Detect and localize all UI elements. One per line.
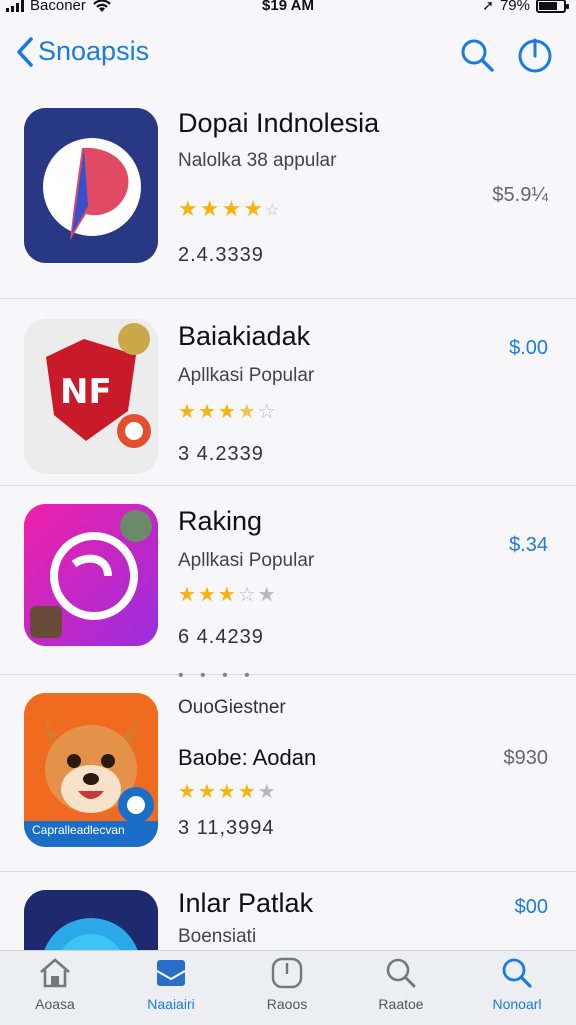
navigation-bar: Snoapsis xyxy=(0,28,576,82)
app-icon[interactable] xyxy=(24,108,158,263)
timer-icon xyxy=(518,38,552,73)
app-subtitle: Nalolka 38 appular xyxy=(178,150,337,171)
tab-label: Raoos xyxy=(266,996,308,1012)
star-icon: ★ xyxy=(197,401,216,423)
app-list: Dopai Indnolesia Nalolka 38 appular ★ ★ … xyxy=(0,92,576,970)
download-count: 2.4.3339 xyxy=(178,244,264,266)
back-label: Snoapsis xyxy=(38,36,150,66)
battery-icon xyxy=(536,0,569,13)
star-icon: ★ xyxy=(217,781,236,803)
search-icon xyxy=(502,958,532,988)
search-icon xyxy=(461,39,494,72)
star-icon: ★ xyxy=(217,401,236,423)
app-title: Inlar Patlak xyxy=(178,888,314,918)
tab-search[interactable]: Raatoe xyxy=(346,957,456,1012)
location-icon: ➚ xyxy=(482,0,494,13)
star-icon: ★ xyxy=(217,584,236,606)
list-item[interactable]: Dopai Indnolesia Nalolka 38 appular ★ ★ … xyxy=(0,92,576,298)
star-icon: ★ xyxy=(237,781,256,803)
tab-label: Nonoarl xyxy=(492,996,542,1012)
star-empty-icon: ☆ xyxy=(257,401,276,423)
star-icon: ★ xyxy=(221,196,242,221)
publisher-label: OuoGiestner xyxy=(178,697,286,718)
inbox-icon xyxy=(156,960,186,986)
price-button[interactable]: $5.9¼ xyxy=(492,184,548,207)
tab-bar: Aoasa Naaiairi Raoos Raatoe Nonoarl xyxy=(0,950,576,1025)
star-icon: ★ xyxy=(197,781,216,803)
timer-button[interactable] xyxy=(516,36,554,74)
star-empty-icon: ★ xyxy=(257,584,276,606)
app-title: Baobe: Aodan xyxy=(178,745,317,770)
search-icon xyxy=(386,958,416,988)
star-icon: ★ xyxy=(243,196,263,221)
star-icon: ★ xyxy=(178,196,198,221)
shield-icon: NF xyxy=(24,319,158,462)
home-icon xyxy=(40,958,70,988)
price-button[interactable]: $.00 xyxy=(509,337,548,360)
tab-timer[interactable]: Raoos xyxy=(232,957,342,1012)
page-dots: • • • • xyxy=(178,667,256,684)
star-empty-icon: ★ xyxy=(257,781,276,803)
download-count: 6 4.4239 xyxy=(178,626,264,648)
tab-label: Naaiairi xyxy=(147,996,195,1012)
price-button[interactable]: $.34 xyxy=(509,534,548,557)
battery-percent: 79% xyxy=(499,0,530,14)
star-icon: ★ xyxy=(178,781,196,803)
list-item[interactable]: Inlar Patlak Boensiati $00 xyxy=(0,871,576,970)
back-button[interactable]: Snoapsis xyxy=(16,36,149,67)
timer-icon xyxy=(271,957,303,989)
app-title: Baiakiadak xyxy=(178,321,311,351)
price-button[interactable]: $00 xyxy=(515,896,548,919)
list-item[interactable]: • • • • Capralleadlecvan OuoGiestner Bao… xyxy=(0,667,576,871)
tab-inbox[interactable]: Naaiairi xyxy=(116,957,226,1012)
star-empty-icon: ☆ xyxy=(264,202,280,219)
app-subtitle: Apllkasi Popular xyxy=(178,365,315,386)
svg-text:NF: NF xyxy=(60,372,112,412)
app-icon[interactable] xyxy=(24,504,158,646)
status-bar: Baconer $19 AM ➚ 79% xyxy=(0,0,576,18)
download-count: 3 11,3994 xyxy=(178,817,275,839)
tab-label: Aoasa xyxy=(35,996,75,1012)
app-subtitle: Boensiati xyxy=(178,926,257,947)
star-icon: ★ xyxy=(178,584,196,606)
app-title: Dopai Indnolesia xyxy=(178,108,380,138)
star-half-icon: ★ xyxy=(237,401,256,423)
search-button[interactable] xyxy=(458,36,496,74)
app-title: Raking xyxy=(178,506,263,536)
tab-home[interactable]: Aoasa xyxy=(0,957,110,1012)
star-rating: ★ ★ ★ ☆ ★ xyxy=(178,582,276,607)
tab-label: Raatoe xyxy=(378,996,424,1012)
star-icon: ★ xyxy=(199,196,220,221)
star-empty-icon: ☆ xyxy=(237,584,256,606)
app-icon[interactable]: NF xyxy=(24,319,158,474)
chat-bubble-icon xyxy=(24,504,158,646)
icon-caption: Capralleadlecvan xyxy=(32,823,125,837)
star-rating: ★ ★ ★ ★ ★ xyxy=(178,779,276,804)
star-icon: ★ xyxy=(197,584,216,606)
list-item[interactable]: Raking Apllkasi Popular ★ ★ ★ ☆ ★ 6 4.42… xyxy=(0,485,576,674)
app-logo-icon xyxy=(24,108,158,263)
star-icon: ★ xyxy=(178,401,196,423)
tab-search-active[interactable]: Nonoarl xyxy=(462,957,572,1012)
star-rating: ★ ★ ★ ★ ☆ xyxy=(178,399,276,424)
app-subtitle: Apllkasi Popular xyxy=(178,550,315,571)
star-rating: ★ ★ ★ ★ ☆ xyxy=(178,196,279,222)
chevron-left-icon xyxy=(17,36,33,67)
price-button[interactable]: $930 xyxy=(504,747,549,770)
list-item[interactable]: NF Baiakiadak Apllkasi Popular ★ ★ ★ ★ ☆… xyxy=(0,298,576,485)
download-count: 3 4.2339 xyxy=(178,443,264,465)
app-icon[interactable]: Capralleadlecvan xyxy=(24,693,158,847)
